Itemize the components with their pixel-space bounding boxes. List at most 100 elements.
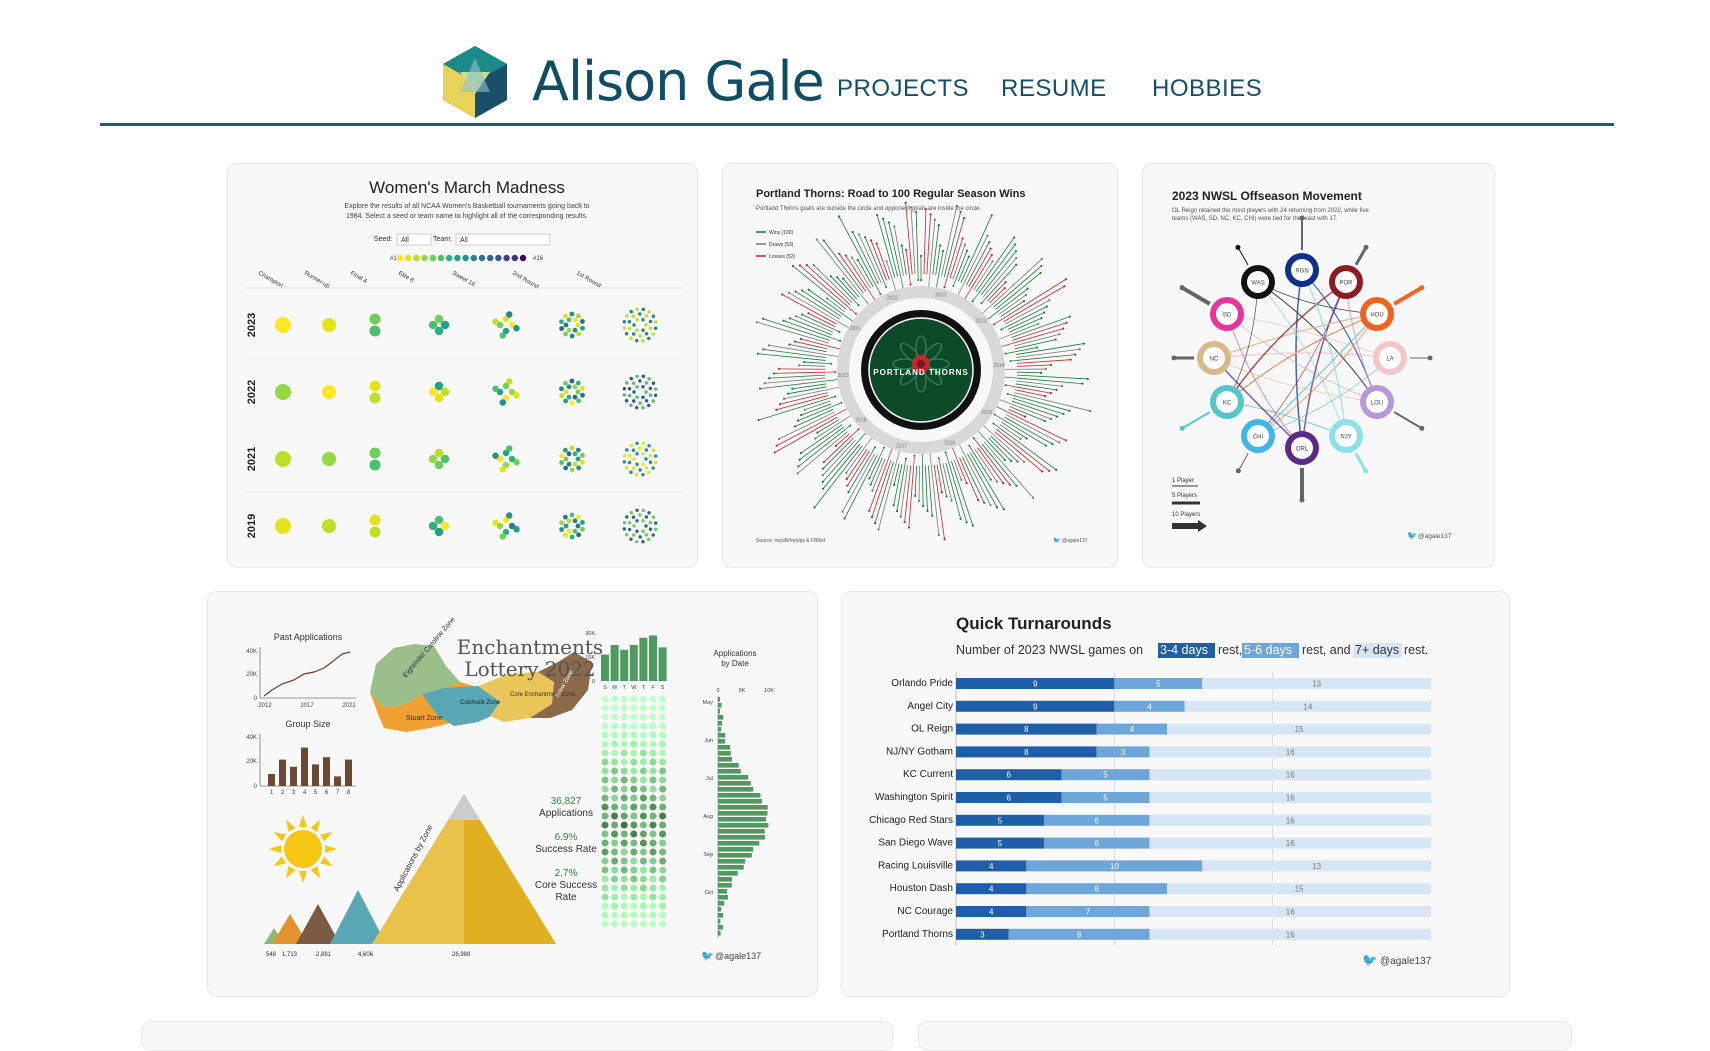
group-size-bar[interactable] (334, 776, 341, 786)
calendar-day[interactable] (659, 795, 666, 802)
calendar-day[interactable] (611, 777, 618, 784)
calendar-day[interactable] (602, 831, 609, 838)
calendar-day[interactable] (630, 795, 637, 802)
round-cluster[interactable] (623, 442, 658, 477)
calendar-day[interactable] (621, 741, 628, 748)
seed-swatch[interactable] (479, 255, 485, 261)
round-cluster[interactable] (492, 378, 519, 405)
calendar-day[interactable] (630, 786, 637, 793)
calendar-day[interactable] (659, 714, 666, 721)
calendar-day[interactable] (659, 804, 666, 811)
calendar-day[interactable] (621, 696, 628, 703)
calendar-day[interactable] (650, 723, 657, 730)
calendar-day[interactable] (621, 804, 628, 811)
calendar-day[interactable] (650, 759, 657, 766)
calendar-day[interactable] (640, 903, 647, 910)
calendar-day[interactable] (602, 840, 609, 847)
calendar-day[interactable] (640, 813, 647, 820)
calendar-day[interactable] (611, 696, 618, 703)
round-cluster[interactable] (275, 384, 291, 400)
calendar-day[interactable] (630, 750, 637, 757)
calendar-day[interactable] (650, 903, 657, 910)
calendar-day[interactable] (621, 831, 628, 838)
calendar-day[interactable] (659, 813, 666, 820)
round-cluster[interactable] (322, 318, 336, 332)
calendar-day[interactable] (602, 732, 609, 739)
calendar-day[interactable] (640, 840, 647, 847)
calendar-day[interactable] (650, 921, 657, 928)
team-node-kc[interactable]: KC (1180, 385, 1244, 431)
calendar-day[interactable] (650, 849, 657, 856)
weekday-bar[interactable] (649, 635, 657, 681)
calendar-day[interactable] (659, 822, 666, 829)
calendar-day[interactable] (659, 732, 666, 739)
calendar-day[interactable] (602, 696, 609, 703)
calendar-day[interactable] (659, 696, 666, 703)
team-node-nc[interactable]: NC (1172, 341, 1232, 375)
calendar-day[interactable] (630, 921, 637, 928)
calendar-day[interactable] (650, 795, 657, 802)
calendar-day[interactable] (602, 786, 609, 793)
calendar-day[interactable] (650, 858, 657, 865)
seed-swatch[interactable] (421, 255, 427, 261)
seed-swatch[interactable] (397, 255, 403, 261)
team-node-chi[interactable]: CHI (1236, 419, 1275, 473)
calendar-day[interactable] (621, 912, 628, 919)
calendar-day[interactable] (611, 903, 618, 910)
team-node-lou[interactable]: LOU (1360, 385, 1424, 431)
calendar-day[interactable] (611, 723, 618, 730)
calendar-day[interactable] (630, 696, 637, 703)
calendar-day[interactable] (630, 840, 637, 847)
weekday-bar[interactable] (639, 638, 647, 681)
round-cluster[interactable] (370, 314, 381, 337)
calendar-day[interactable] (640, 741, 647, 748)
calendar-day[interactable] (650, 741, 657, 748)
calendar-day[interactable] (611, 750, 618, 757)
group-size-bar[interactable] (323, 757, 330, 786)
calendar-day[interactable] (602, 822, 609, 829)
calendar-day[interactable] (611, 741, 618, 748)
calendar-day[interactable] (640, 705, 647, 712)
calendar-day[interactable] (640, 912, 647, 919)
team-node-por[interactable]: POR (1329, 245, 1369, 299)
calendar-day[interactable] (650, 714, 657, 721)
project-card-partial-right[interactable] (918, 1021, 1572, 1051)
calendar-day[interactable] (621, 732, 628, 739)
calendar-day[interactable] (602, 714, 609, 721)
calendar-day[interactable] (659, 867, 666, 874)
calendar-day[interactable] (602, 795, 609, 802)
calendar-day[interactable] (621, 768, 628, 775)
round-cluster[interactable] (370, 515, 381, 538)
calendar-day[interactable] (640, 867, 647, 874)
project-card-partial-left[interactable] (141, 1021, 893, 1051)
calendar-day[interactable] (611, 831, 618, 838)
calendar-day[interactable] (621, 750, 628, 757)
team-node-was[interactable]: WAS (1235, 245, 1275, 299)
calendar-day[interactable] (640, 723, 647, 730)
calendar-day[interactable] (659, 903, 666, 910)
round-cluster[interactable] (370, 448, 381, 471)
weekday-bar[interactable] (620, 650, 628, 681)
calendar-day[interactable] (630, 885, 637, 892)
calendar-day[interactable] (621, 777, 628, 784)
team-node-orl[interactable]: ORL (1285, 431, 1319, 503)
group-size-bar[interactable] (279, 760, 286, 786)
calendar-day[interactable] (630, 894, 637, 901)
calendar-day[interactable] (602, 885, 609, 892)
calendar-day[interactable] (602, 876, 609, 883)
round-cluster[interactable] (492, 445, 519, 472)
calendar-day[interactable] (630, 903, 637, 910)
seed-swatch[interactable] (471, 255, 477, 261)
calendar-day[interactable] (611, 732, 618, 739)
calendar-day[interactable] (640, 849, 647, 856)
calendar-day[interactable] (621, 723, 628, 730)
calendar-day[interactable] (621, 876, 628, 883)
calendar-day[interactable] (611, 759, 618, 766)
calendar-day[interactable] (659, 840, 666, 847)
weekday-bar[interactable] (630, 645, 638, 681)
calendar-day[interactable] (630, 858, 637, 865)
calendar-day[interactable] (630, 867, 637, 874)
round-cluster[interactable] (322, 385, 336, 399)
calendar-day[interactable] (611, 768, 618, 775)
team-node-rgn[interactable]: RGN (1285, 216, 1319, 288)
